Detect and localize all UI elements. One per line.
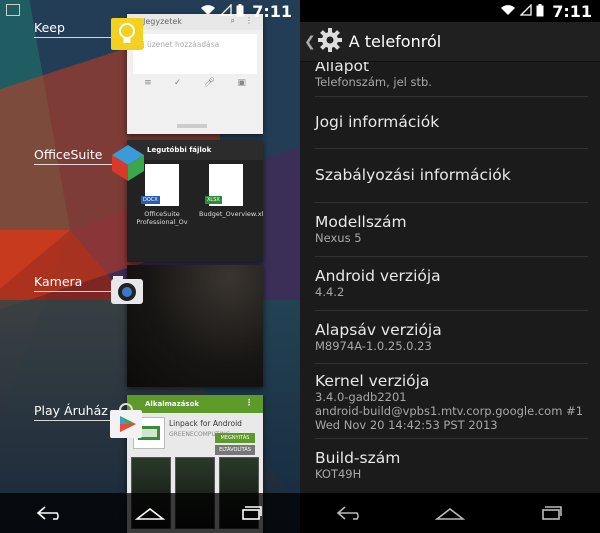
row-summary-line-1: 3.4.0-gadb2201 [315, 390, 407, 404]
status-bar: 7:11 [0, 0, 300, 22]
row-baseband-version: Alapsáv verziója M8974A-1.0.25.0.23 [315, 311, 588, 364]
microphone-icon: 🎤︎ [203, 78, 216, 88]
back-button[interactable] [330, 498, 370, 528]
document-thumbnail: DOCX [141, 164, 179, 206]
navigation-bar [0, 493, 300, 533]
row-title: Szabályozási információk [315, 166, 511, 184]
status-clock: 7:11 [252, 1, 292, 21]
row-title: Android verziója [315, 267, 441, 285]
status-clock: 7:11 [552, 1, 592, 21]
action-bar: ❮ A telefonról [300, 22, 600, 62]
about-phone-screen: 7:11 Állapot Telefonszám, jel stb. Jogi … [300, 0, 600, 533]
app-label-underline [34, 37, 112, 38]
checkbox-icon: ✓ [173, 78, 182, 88]
home-icon [435, 507, 465, 520]
docx-badge: DOCX [141, 196, 160, 204]
uninstall-button: ELTÁVOLÍTÁS [215, 445, 255, 455]
keep-note-input: Új üzenet hozzáadása [133, 34, 257, 74]
row-title: Jogi információk [315, 113, 440, 131]
app-label-underline [34, 164, 112, 165]
home-icon [135, 507, 165, 520]
signal-icon [219, 3, 232, 18]
app-label-kamera[interactable]: Kamera [34, 274, 82, 289]
row-android-version[interactable]: Android verziója 4.4.2 [315, 257, 588, 311]
app-label-underline [34, 420, 112, 421]
camera-recent-card[interactable] [127, 265, 263, 387]
home-button[interactable] [430, 498, 470, 528]
battery-icon [536, 3, 544, 19]
signal-icon [519, 3, 532, 18]
row-title: Modellszám [315, 213, 407, 231]
gallery-notification-icon [6, 4, 20, 16]
row-model-number: Modellszám Nexus 5 [315, 203, 588, 257]
row-kernel-version: Kernel verziója 3.4.0-gadb2201 android-b… [315, 364, 588, 439]
row-regulatory-info[interactable]: Szabályozási információk [315, 149, 588, 203]
row-summary: M8974A-1.0.25.0.23 [315, 339, 432, 353]
officesuite-app-icon[interactable] [108, 143, 148, 187]
status-bar: 7:11 [300, 0, 600, 22]
about-phone-list[interactable]: Állapot Telefonszám, jel stb. Jogi infor… [300, 50, 600, 493]
row-build-number[interactable]: Build-szám KOT49H [315, 439, 588, 493]
wifi-icon [500, 4, 516, 18]
back-icon [36, 506, 59, 520]
navigation-bar [300, 493, 600, 533]
spreadsheet-thumbnail: XLSX [205, 164, 243, 206]
app-label-keep[interactable]: Keep [34, 20, 65, 35]
camera-icon: ▣ [237, 78, 246, 88]
row-summary-line-3: Wed Nov 20 14:42:53 PST 2013 [315, 418, 498, 432]
row-legal-info[interactable]: Jogi információk [315, 97, 588, 149]
recents-button[interactable] [530, 498, 570, 528]
keep-app-icon[interactable] [110, 17, 144, 55]
row-title: Alapsáv verziója [315, 321, 442, 339]
play-card-title: Alkalmazások [145, 400, 200, 408]
app-label-officesuite[interactable]: OfficeSuite [34, 147, 102, 162]
row-title: Kernel verziója [315, 372, 430, 390]
row-summary: Telefonszám, jel stb. [315, 75, 432, 89]
keep-recent-card[interactable]: Jegyzetek ⌕ ⋮ Új üzenet hozzáadása ≡ ✓ 🎤… [127, 14, 263, 134]
back-icon [336, 506, 359, 520]
recent-file-xlsx: XLSX Budget_Overview.xlsx [199, 164, 263, 218]
play-card-header: Alkalmazások ⋮ [127, 395, 263, 413]
row-summary: 4.4.2 [315, 285, 345, 299]
up-navigation-icon[interactable]: ❮ [304, 34, 316, 50]
xlsx-badge: XLSX [205, 196, 222, 204]
app-label-underline [34, 291, 112, 292]
open-button: MEGNYITÁS [215, 433, 255, 443]
row-summary-line-2: android-build@vpbs1.mtv.corp.google.com … [315, 404, 584, 418]
list-icon: ≡ [144, 78, 152, 88]
keep-scroll-indicator [177, 124, 207, 128]
back-button[interactable] [30, 498, 70, 528]
camera-app-icon[interactable] [110, 275, 144, 309]
file-name: Budget_Overview.xlsx [199, 210, 263, 218]
share-icon: ⋮ [245, 398, 253, 407]
page-title: A telefonról [348, 32, 442, 51]
row-summary: KOT49H [315, 467, 362, 481]
play-app-title: Linpack for Android [169, 419, 242, 428]
settings-gear-icon[interactable] [317, 27, 343, 57]
recents-icon [542, 506, 562, 520]
file-name: OfficeSuite Professional_Ov [136, 210, 188, 226]
row-title: Build-szám [315, 449, 401, 467]
recents-button[interactable] [230, 498, 270, 528]
recents-icon [242, 506, 262, 520]
wifi-icon [200, 4, 216, 18]
home-button[interactable] [130, 498, 170, 528]
battery-icon [236, 3, 244, 19]
row-summary: Nexus 5 [315, 231, 362, 245]
keep-tools: ≡ ✓ 🎤︎ ▣ [127, 78, 263, 88]
play-store-app-icon[interactable] [108, 402, 144, 444]
app-label-play-store[interactable]: Play Áruház [34, 403, 108, 418]
recent-apps-screen: 7:11 Keep Jegyzetek ⌕ ⋮ Új üzenet hozzáa… [0, 0, 300, 533]
